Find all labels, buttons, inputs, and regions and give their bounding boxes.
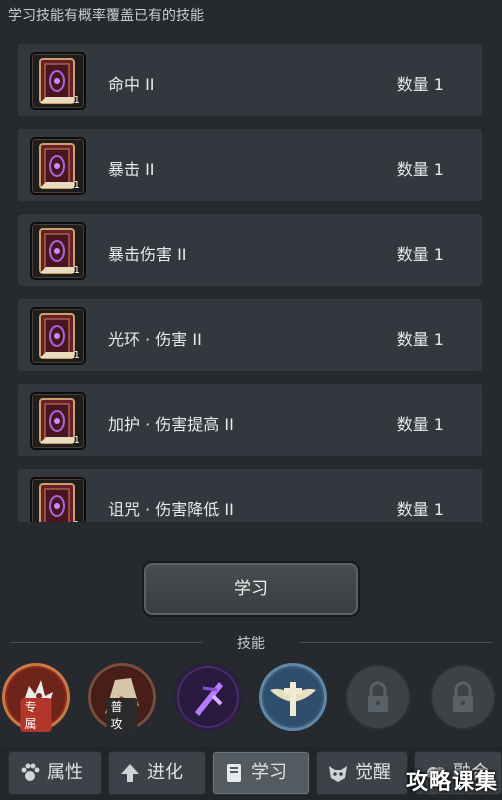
skill-book-icon: 1 (30, 222, 86, 280)
skill-book-count: 1 (73, 265, 80, 276)
mask-icon (329, 766, 347, 782)
tab-label: 进化 (147, 762, 183, 783)
skill-book-row[interactable]: 1 暴击 II 数量 1 (18, 129, 482, 201)
skill-book-count: 1 (73, 435, 80, 446)
skill-book-count: 1 (73, 95, 80, 106)
skill-slot-exclusive[interactable]: 专属 (5, 666, 67, 732)
skill-book-count: 1 (73, 180, 80, 191)
tab-awaken[interactable]: 觉醒 (316, 751, 408, 795)
skill-book-row[interactable]: 1 暴击伤害 II 数量 1 (18, 214, 482, 286)
skill-slot-purple-sword[interactable] (177, 666, 239, 728)
skill-book-quantity: 数量 1 (396, 75, 444, 94)
skill-slot-basic-attack[interactable]: 普攻 (91, 666, 153, 732)
skill-slot-locked[interactable] (347, 666, 409, 728)
watermark-text: 攻略课集 (405, 770, 498, 795)
skill-book-quantity: 数量 1 (396, 330, 444, 349)
tab-learn[interactable]: 学习 (212, 751, 310, 795)
skill-book-icon: 1 (30, 307, 86, 365)
skill-tag-label: 专属 (20, 698, 52, 732)
tab-label: 觉醒 (355, 762, 391, 783)
skill-book-row[interactable]: 1 光环 · 伤害 II 数量 1 (18, 299, 482, 371)
skill-book-row[interactable]: 1 诅咒 · 伤害降低 II 数量 1 (18, 469, 482, 522)
skills-section-title: 技能 (237, 636, 265, 652)
book-icon (227, 764, 241, 782)
learn-button[interactable]: 学习 (142, 561, 360, 617)
skill-book-name: 命中 II (108, 75, 155, 94)
skill-book-icon: 1 (30, 392, 86, 450)
skill-book-row[interactable]: 1 命中 II 数量 1 (18, 44, 482, 116)
tab-evolve[interactable]: 进化 (108, 751, 206, 795)
purple-sword-icon (179, 668, 237, 726)
skill-book-icon: 1 (30, 137, 86, 195)
learn-hint-text: 学习技能有概率覆盖已有的技能 (8, 8, 204, 24)
skill-book-name: 暴击 II (108, 160, 155, 179)
skill-book-name: 诅咒 · 伤害降低 II (108, 500, 234, 519)
skill-book-name: 暴击伤害 II (108, 245, 187, 264)
skill-book-quantity: 数量 1 (396, 245, 444, 264)
winged-cross-icon (264, 668, 322, 726)
skill-slot-locked[interactable] (432, 666, 494, 728)
skill-slot-winged-cross[interactable] (262, 666, 324, 728)
skill-book-quantity: 数量 1 (396, 500, 444, 519)
skill-book-quantity: 数量 1 (396, 160, 444, 179)
arrow-up-icon (121, 764, 139, 782)
skill-book-icon: 1 (30, 52, 86, 110)
lock-icon (453, 681, 473, 712)
skill-book-name: 光环 · 伤害 II (108, 330, 202, 349)
tab-label: 属性 (47, 762, 83, 783)
skill-book-count: 1 (74, 520, 80, 522)
skill-book-count: 1 (73, 350, 80, 361)
skill-tag-label: 普攻 (106, 698, 138, 732)
tab-attributes[interactable]: 属性 (8, 751, 102, 795)
lock-icon (368, 681, 388, 712)
skill-book-row[interactable]: 1 加护 · 伤害提高 II 数量 1 (18, 384, 482, 456)
skill-book-icon: 1 (30, 477, 86, 522)
paw-icon (21, 763, 40, 781)
skill-book-name: 加护 · 伤害提高 II (108, 415, 234, 434)
tab-label: 学习 (251, 762, 287, 783)
skill-book-list[interactable]: 1 命中 II 数量 1 1 暴击 II 数量 1 1 暴击伤害 II 数量 1… (0, 32, 502, 522)
skill-book-quantity: 数量 1 (396, 415, 444, 434)
